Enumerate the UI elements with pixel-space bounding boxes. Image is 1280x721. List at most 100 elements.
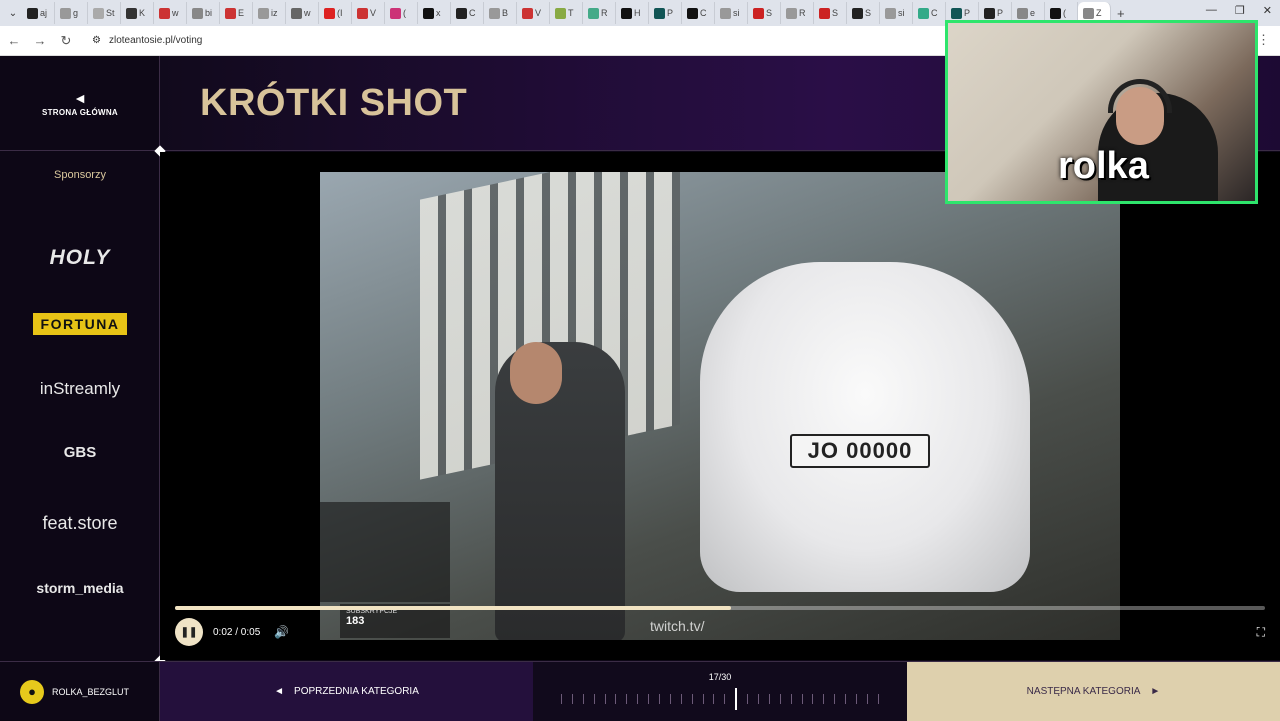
browser-tab[interactable]: S <box>814 2 847 24</box>
category-tick <box>866 694 868 704</box>
browser-tab[interactable]: x <box>418 2 451 24</box>
category-tick <box>648 694 650 704</box>
video-progress-bar[interactable] <box>175 606 1265 610</box>
browser-tab[interactable]: S <box>748 2 781 24</box>
browser-tab[interactable]: C <box>682 2 715 24</box>
tab-label: P <box>964 8 971 18</box>
browser-tab[interactable]: E <box>220 2 253 24</box>
tab-label: St <box>106 8 115 18</box>
video-player[interactable]: JO 00000 SUBSKRYPCJE 183 twitch.tv/ ❚❚ 0… <box>160 152 1280 660</box>
browser-menu-icon[interactable]: ⋮ <box>1257 32 1270 48</box>
category-title: KRÓTKI SHOT <box>200 82 468 124</box>
tab-favicon-icon <box>126 7 137 19</box>
browser-tab[interactable]: R <box>781 2 814 24</box>
home-link[interactable]: ◄ STRONA GŁÓWNA <box>0 56 160 151</box>
browser-tab[interactable]: K <box>121 2 154 24</box>
tab-label: x <box>436 8 441 18</box>
tab-search-icon[interactable]: ⌄ <box>4 4 22 22</box>
tab-favicon-icon <box>159 7 170 19</box>
tab-label: B <box>502 8 509 18</box>
sponsor-fortuna-logo[interactable]: FORTUNA <box>0 313 160 335</box>
category-tick <box>747 694 749 704</box>
browser-tab[interactable]: (I <box>319 2 352 24</box>
close-window-icon[interactable]: ✕ <box>1263 4 1272 17</box>
previous-category-button[interactable]: ◄ POPRZEDNIA KATEGORIA <box>160 662 533 721</box>
sponsor-holy-logo[interactable]: HOLY <box>0 246 160 270</box>
tab-favicon-icon <box>522 7 533 19</box>
tab-label: ( <box>1063 8 1066 18</box>
tab-favicon-icon <box>555 7 566 19</box>
site-info-icon[interactable]: ⚙ <box>92 35 101 46</box>
maximize-icon[interactable]: ❐ <box>1235 4 1245 17</box>
tab-favicon-icon <box>27 7 38 19</box>
browser-tab[interactable]: St <box>88 2 121 24</box>
tab-favicon-icon <box>456 7 467 19</box>
category-tick <box>845 694 847 704</box>
new-tab-icon[interactable]: + <box>1117 6 1125 21</box>
browser-tab[interactable]: B <box>484 2 517 24</box>
tab-label: w <box>172 8 179 18</box>
tab-favicon-icon <box>60 7 71 19</box>
fullscreen-icon[interactable]: ⛶ <box>1257 625 1265 640</box>
video-frame[interactable]: JO 00000 SUBSKRYPCJE 183 twitch.tv/ <box>320 172 1120 640</box>
pause-button[interactable]: ❚❚ <box>175 618 203 646</box>
player-controls: ❚❚ 0:02 / 0:05 🔊 ⛶ <box>175 618 1265 646</box>
minimize-icon[interactable]: — <box>1206 4 1217 17</box>
tab-favicon-icon <box>489 7 500 19</box>
category-tick <box>856 694 858 704</box>
browser-tab[interactable]: iz <box>253 2 286 24</box>
browser-tab[interactable]: P <box>649 2 682 24</box>
browser-tab[interactable]: T <box>550 2 583 24</box>
tab-favicon-icon <box>984 7 995 19</box>
category-tick <box>790 694 792 704</box>
browser-tab[interactable]: g <box>55 2 88 24</box>
sponsor-gbs-logo[interactable]: GBS <box>0 444 160 461</box>
browser-tab[interactable]: w <box>154 2 187 24</box>
browser-tab[interactable]: si <box>715 2 748 24</box>
tab-label: K <box>139 8 146 18</box>
tab-favicon-icon <box>1083 7 1094 19</box>
video-person-head <box>510 342 562 404</box>
next-category-button[interactable]: NASTĘPNA KATEGORIA ► <box>907 662 1280 721</box>
tab-favicon-icon <box>687 7 698 19</box>
browser-tab[interactable]: aj <box>22 2 55 24</box>
arrow-right-icon: ► <box>1150 686 1161 697</box>
browser-tab[interactable]: C <box>913 2 946 24</box>
tab-label: Z <box>1096 8 1102 18</box>
tab-label: e <box>1030 8 1036 18</box>
tab-label: R <box>799 8 806 18</box>
tab-label: H <box>634 8 641 18</box>
browser-tab[interactable]: w <box>286 2 319 24</box>
sponsors-title: Sponsorzy <box>54 169 106 181</box>
user-profile[interactable]: ● ROLKA_BEZGLUT <box>0 662 160 721</box>
tab-label: P <box>667 8 674 18</box>
category-ticks <box>561 688 879 710</box>
category-tick <box>758 694 760 704</box>
url-field[interactable]: ⚙ zloteantosie.pl/voting <box>92 35 202 46</box>
browser-tab[interactable]: H <box>616 2 649 24</box>
volume-icon[interactable]: 🔊 <box>274 625 289 639</box>
browser-tab[interactable]: C <box>451 2 484 24</box>
tab-favicon-icon <box>720 7 731 19</box>
tab-favicon-icon <box>819 7 830 19</box>
browser-tab[interactable]: V <box>352 2 385 24</box>
browser-tab[interactable]: ( <box>385 2 418 24</box>
tab-favicon-icon <box>951 7 962 19</box>
category-tick <box>812 694 814 704</box>
sponsor-instreamly-logo[interactable]: inStreamly <box>0 379 160 399</box>
back-icon[interactable]: ← <box>2 33 26 48</box>
browser-tab[interactable]: V <box>517 2 550 24</box>
browser-tab[interactable]: bi <box>187 2 220 24</box>
sponsor-stormmedia-logo[interactable]: storm_media <box>0 580 160 596</box>
home-label: STRONA GŁÓWNA <box>41 107 119 117</box>
browser-tab[interactable]: S <box>847 2 880 24</box>
category-tick-current <box>735 688 738 710</box>
tab-label: (I <box>337 8 343 18</box>
sponsor-featstore-logo[interactable]: feat.store <box>0 513 160 534</box>
forward-icon[interactable]: → <box>28 33 52 48</box>
browser-tab[interactable]: si <box>880 2 913 24</box>
reload-icon[interactable]: ↻ <box>54 33 78 49</box>
video-progress-fill <box>175 606 731 610</box>
browser-tab[interactable]: R <box>583 2 616 24</box>
tab-label: V <box>535 8 542 18</box>
